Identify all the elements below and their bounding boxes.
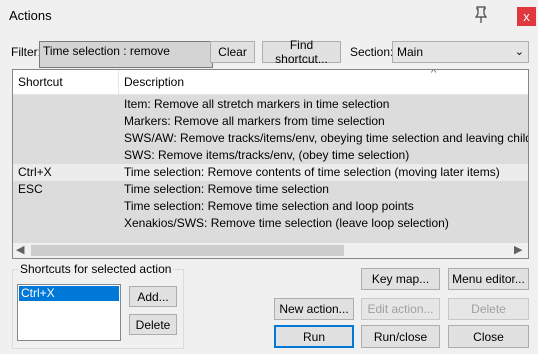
row-description: SWS/AW: Remove tracks/items/env, obeying…: [124, 131, 529, 145]
column-divider[interactable]: [118, 70, 119, 94]
column-header-description[interactable]: Description: [124, 75, 184, 89]
run-button[interactable]: Run: [274, 325, 354, 348]
shortcuts-list[interactable]: Ctrl+X: [17, 284, 121, 341]
shortcuts-group-title: Shortcuts for selected action: [18, 262, 174, 276]
filter-input[interactable]: Time selection : remove: [39, 41, 213, 68]
section-label: Section:: [350, 45, 394, 59]
row-shortcut: Ctrl+X: [18, 165, 52, 179]
filter-label: Filter:: [11, 45, 41, 59]
column-header-shortcut[interactable]: Shortcut: [18, 75, 63, 89]
horizontal-scrollbar[interactable]: ◀ ▶: [13, 243, 528, 258]
row-description: Time selection: Remove contents of time …: [124, 165, 500, 179]
table-row[interactable]: Ctrl+X Time selection: Remove contents of…: [13, 164, 528, 181]
row-description: Xenakios/SWS: Remove time selection (lea…: [124, 216, 449, 230]
row-description: Time selection: Remove time selection: [124, 182, 329, 196]
delete-action-button[interactable]: Delete: [448, 298, 529, 320]
edit-action-button[interactable]: Edit action...: [361, 298, 440, 320]
key-map-button[interactable]: Key map...: [361, 268, 440, 290]
title-bar: [0, 0, 538, 32]
chevron-down-icon: ⌄: [514, 46, 524, 58]
row-shortcut: ESC: [18, 182, 43, 196]
row-description: Item: Remove all stretch markers in time…: [124, 97, 390, 111]
shortcut-item[interactable]: Ctrl+X: [19, 286, 119, 301]
scroll-right-icon[interactable]: ▶: [514, 243, 522, 256]
new-action-button[interactable]: New action...: [274, 298, 354, 320]
table-row[interactable]: ESC Time selection: Remove time selection: [13, 181, 528, 198]
run-close-button[interactable]: Run/close: [361, 325, 440, 348]
delete-shortcut-button[interactable]: Delete: [129, 314, 177, 335]
table-row[interactable]: SWS: Remove items/tracks/env, (obey time…: [13, 147, 528, 164]
menu-editor-button[interactable]: Menu editor...: [448, 268, 529, 290]
table-row[interactable]: SWS/AW: Remove tracks/items/env, obeying…: [13, 130, 528, 147]
clear-button[interactable]: Clear: [210, 41, 255, 63]
window-title: Actions: [9, 8, 52, 23]
list-header: Shortcut Description ^: [13, 70, 528, 95]
table-row[interactable]: Time selection: Remove time selection an…: [13, 198, 528, 215]
section-select[interactable]: Main ⌄: [392, 41, 529, 63]
add-shortcut-button[interactable]: Add...: [129, 286, 177, 307]
close-button[interactable]: Close: [448, 325, 529, 348]
close-window-button[interactable]: x: [517, 7, 536, 26]
row-description: Time selection: Remove time selection an…: [124, 199, 414, 213]
list-rows: Item: Remove all stretch markers in time…: [13, 95, 528, 243]
table-row[interactable]: Xenakios/SWS: Remove time selection (lea…: [13, 215, 528, 232]
scroll-left-icon[interactable]: ◀: [16, 243, 24, 256]
find-shortcut-button[interactable]: Find shortcut...: [262, 38, 341, 66]
actions-list[interactable]: Shortcut Description ^ Item: Remove all …: [12, 69, 529, 259]
section-value: Main: [397, 45, 424, 59]
table-row[interactable]: Item: Remove all stretch markers in time…: [13, 96, 528, 113]
scrollbar-thumb[interactable]: [31, 245, 344, 256]
table-row[interactable]: Markers: Remove all markers from time se…: [13, 113, 528, 130]
pin-icon[interactable]: [474, 6, 488, 24]
row-description: Markers: Remove all markers from time se…: [124, 114, 385, 128]
row-description: SWS: Remove items/tracks/env, (obey time…: [124, 148, 410, 162]
sort-ascending-icon: ^: [431, 69, 437, 79]
